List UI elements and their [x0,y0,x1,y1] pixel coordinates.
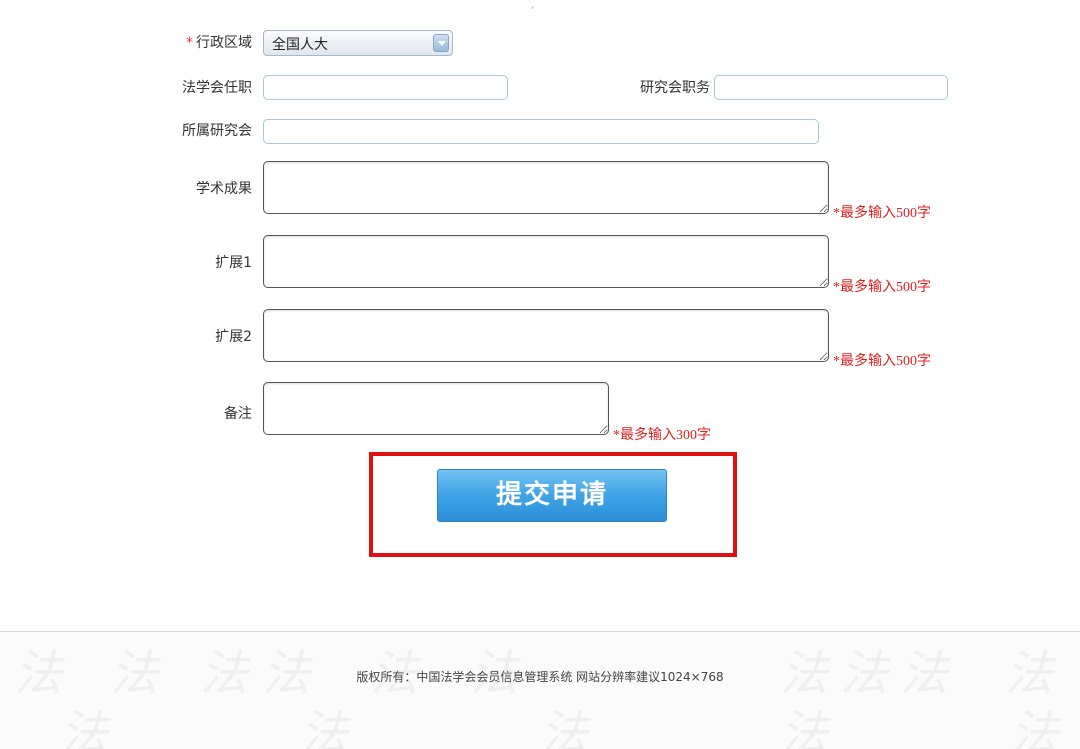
extension2-hint: *最多输入500字 [833,354,931,369]
extension1-hint: *最多输入500字 [833,280,931,295]
law-society-position-label: 法学会任职 [182,80,252,96]
watermark: 法 [60,706,109,749]
region-select-value: 全国人大 [272,37,328,53]
extension2-textarea[interactable] [263,309,829,362]
law-society-position-input[interactable] [263,75,508,100]
remarks-hint: *最多输入300字 [613,428,711,443]
affiliated-society-input[interactable] [263,119,819,144]
watermark: 法 [1010,706,1059,749]
required-mark: * [186,35,193,51]
submit-application-button[interactable]: 提交申请 [437,469,667,522]
affiliated-society-label: 所属研究会 [182,123,252,139]
chevron-down-icon[interactable] [433,34,449,52]
academic-achievements-textarea[interactable] [263,161,829,214]
remarks-label: 备注 [224,406,252,422]
research-position-input[interactable] [714,75,948,100]
watermark: 法 [300,706,349,749]
remarks-textarea[interactable] [263,382,609,435]
copyright-text: 版权所有：中国法学会会员信息管理系统 网站分辨率建议1024×768 [356,670,724,684]
page-top-marker: , [531,0,535,11]
academic-achievements-label: 学术成果 [196,181,252,197]
research-position-label: 研究会职务 [640,80,710,96]
region-select[interactable]: 全国人大 [263,30,453,56]
watermark: 法 [780,706,829,749]
footer: 法 法 法 法 法 法 法 法 法 法 法 法 法 法 法 版权所有：中国法学会… [0,632,1080,749]
extension2-label: 扩展2 [215,329,252,345]
region-label: * 行政区域 [186,35,252,51]
academic-achievements-hint: *最多输入500字 [833,206,931,221]
extension1-label: 扩展1 [215,255,252,271]
watermark: 法 [540,706,589,749]
form-panel: , * 行政区域 全国人大 法学会任职 研究会职务 所属研究会 学术成果 *最多输… [0,0,1080,632]
extension1-textarea[interactable] [263,235,829,288]
